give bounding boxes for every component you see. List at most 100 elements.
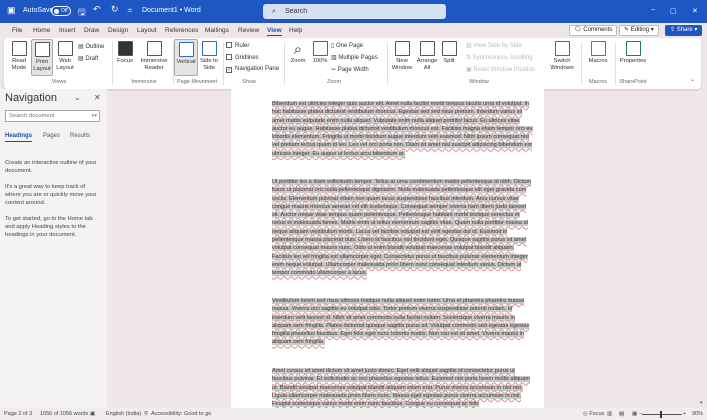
page-width-button[interactable]: ⇿ Page Width (331, 66, 369, 73)
tab-pages[interactable]: Pages (43, 133, 60, 139)
language[interactable]: English (India) (106, 411, 141, 417)
editing-button[interactable]: ✎ Editing ▾ (619, 25, 659, 36)
one-page-button[interactable]: ▯ One Page (331, 42, 363, 49)
vertical-button[interactable]: Vertical (174, 39, 198, 76)
read-mode-button[interactable]: Read Mode (8, 41, 30, 72)
gridlines-checkbox[interactable]: Gridlines (226, 54, 259, 61)
tab-results[interactable]: Results (70, 133, 90, 139)
reset-window-position-label: Reset Window Position (473, 67, 536, 73)
views-group-label: Views (51, 79, 67, 85)
web-layout-button[interactable]: Web Layout (54, 41, 76, 72)
accessibility-icon: ⚲ (144, 411, 149, 417)
zoom-in-button[interactable]: + (683, 411, 686, 417)
proofing-icon[interactable]: ▣ (90, 411, 95, 417)
multiple-pages-label: Multiple Pages (338, 55, 378, 61)
read-mode-label: Read Mode (11, 58, 27, 71)
page-movement-group-label: Page Movement (176, 79, 218, 85)
properties-button[interactable]: Properties (616, 41, 650, 65)
print-layout-view-icon[interactable]: ▤ (619, 411, 625, 417)
paragraph[interactable]: Amet cursus sit amet dictum sit amet jus… (272, 367, 534, 408)
tab-file[interactable]: File (12, 27, 22, 34)
immersive-group-label: Immersive (131, 79, 157, 85)
zoom-level[interactable]: 90% (692, 411, 703, 417)
search-icon[interactable]: ⌕▾ (91, 111, 97, 121)
focus-button[interactable]: Focus (116, 41, 134, 65)
immersive-reader-button[interactable]: Immersive Reader (138, 41, 170, 72)
paragraph[interactable]: Vestibulum lorem sed risus ultricies tri… (272, 297, 534, 347)
search-box[interactable]: ⌕ Search (263, 4, 446, 19)
close-button[interactable]: ✕ (692, 7, 698, 15)
customize-toolbar-icon[interactable]: ≐ (127, 7, 133, 15)
page-count[interactable]: Page 2 of 3 (4, 411, 32, 417)
word-count[interactable]: 1056 of 1056 words (40, 411, 88, 417)
save-icon[interactable]: 🖫 (78, 5, 86, 21)
tab-layout[interactable]: Layout (137, 27, 157, 34)
paragraph-text: Bibendum est ultricies integer quis auct… (272, 101, 533, 157)
zoom-button[interactable]: ⌕ Zoom (287, 41, 309, 65)
paragraph-text: Vestibulum lorem sed risus ultricies tri… (272, 298, 530, 346)
scroll-down-icon[interactable]: ▾ (700, 400, 703, 406)
reset-window-position-button[interactable]: ▣ Reset Window Position (466, 66, 535, 73)
redo-icon[interactable]: ↻ (111, 4, 119, 15)
autosave-toggle[interactable]: Off (51, 6, 71, 16)
collapse-ribbon-icon[interactable]: ⌄ (690, 76, 695, 83)
tab-home[interactable]: Home (33, 27, 50, 34)
paragraph[interactable]: Bibendum est ultricies integer quis auct… (272, 100, 534, 158)
zoom-100-label: 100% (312, 58, 328, 64)
properties-label: Properties (619, 58, 647, 64)
share-button[interactable]: ⇪ Share ▾ (665, 25, 703, 36)
tab-insert[interactable]: Insert (59, 27, 75, 34)
close-pane-icon[interactable]: ✕ (94, 93, 101, 102)
undo-icon[interactable]: ↶ (93, 4, 101, 15)
show-group-label: Show (242, 79, 256, 85)
draft-button[interactable]: ▤ Draft (78, 55, 98, 62)
arrange-all-button[interactable]: Arrange All (415, 41, 439, 72)
tab-view[interactable]: View (267, 27, 282, 36)
search-document-input[interactable]: Search document ⌕▾ (5, 110, 100, 122)
page-width-label: Page Width (337, 67, 369, 73)
side-to-side-button[interactable]: Side to Side (199, 41, 219, 72)
nav-help-text: It's a great way to keep track of where … (5, 184, 97, 206)
tab-mailings[interactable]: Mailings (205, 27, 229, 34)
minimize-button[interactable]: − (651, 7, 655, 14)
zoom-100-button[interactable]: 100% (310, 41, 330, 65)
web-layout-view-icon[interactable]: ▦ (632, 411, 637, 417)
multiple-pages-button[interactable]: ▥ Multiple Pages (331, 54, 378, 61)
view-side-by-side-button[interactable]: ▥ View Side by Side (466, 42, 522, 49)
macros-group-label: Macros (588, 79, 608, 85)
checkbox-icon (226, 54, 232, 60)
focus-mode-button[interactable]: ◎ Focus (583, 411, 604, 417)
divider (387, 42, 388, 85)
tab-headings[interactable]: Headings (5, 133, 33, 142)
zoom-group-label: Zoom (326, 79, 342, 85)
split-button[interactable]: Split (440, 41, 458, 65)
tab-review[interactable]: Review (238, 27, 259, 34)
macros-button[interactable]: Macros (584, 41, 612, 65)
zoom-label: Zoom (290, 58, 306, 64)
word-app-icon: ▣ (7, 5, 16, 15)
accessibility-status[interactable]: Accessibility: Good to go (151, 411, 211, 417)
status-bar: Page 2 of 3 1056 of 1056 words ▣ English… (0, 408, 707, 420)
tab-help[interactable]: Help (289, 27, 302, 34)
tab-draw[interactable]: Draw (84, 27, 99, 34)
divider (581, 42, 582, 85)
tab-references[interactable]: References (165, 27, 198, 34)
navigation-pane-checkbox[interactable]: ✓ Navigation Pane (226, 66, 279, 73)
restore-button[interactable]: ▢ (670, 7, 677, 15)
vertical-scrollbar[interactable]: ▾ (699, 89, 707, 408)
zoom-slider[interactable] (642, 411, 682, 418)
new-window-button[interactable]: New Window (390, 41, 414, 72)
nav-help-text: Create an interactive outline of your do… (5, 160, 97, 174)
print-layout-button[interactable]: Print Layout (31, 39, 53, 76)
tab-design[interactable]: Design (108, 27, 128, 34)
pane-options-icon[interactable]: ⌄ (74, 93, 81, 102)
outline-button[interactable]: ▤ Outline (78, 43, 104, 50)
read-mode-view-icon[interactable]: ▥ (607, 411, 612, 417)
comments-button[interactable]: 🗨 Comments (569, 25, 618, 36)
paragraph[interactable]: Ut porttitor leo a diam sollicitudin tem… (272, 178, 534, 278)
synchronous-scrolling-button[interactable]: ⇅ Synchronous Scrolling (466, 54, 532, 61)
document-page[interactable]: Bibendum est ultricies integer quis auct… (231, 89, 544, 408)
ruler-checkbox[interactable]: Ruler (226, 42, 249, 49)
switch-windows-button[interactable]: Switch Windows (547, 41, 577, 72)
web-layout-icon (57, 41, 73, 56)
